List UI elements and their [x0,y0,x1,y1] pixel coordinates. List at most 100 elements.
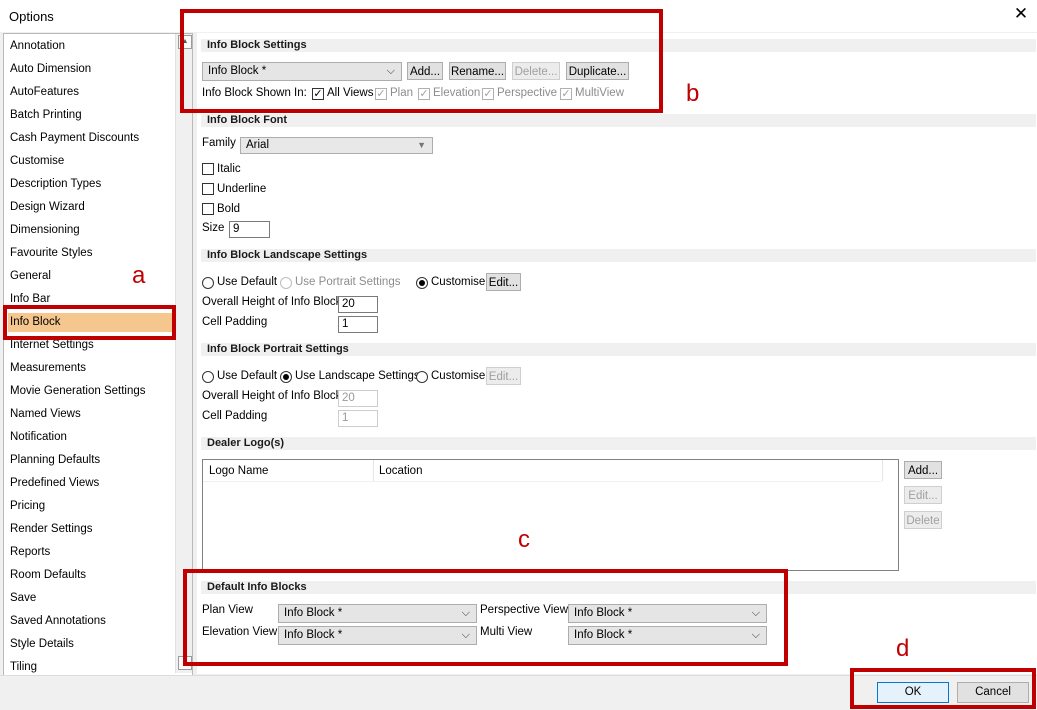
sidebar-item[interactable]: Design Wizard [10,198,170,217]
use-landscape-settings-label: Use Landscape Settings [295,370,420,382]
elevation-checkbox[interactable]: ✓ [418,88,430,100]
sidebar-item[interactable]: Customise [10,152,170,171]
title-bar: Options ✕ [0,0,1037,32]
landscape-use-default-label: Use Default [217,276,278,288]
multi-view-label: Multi View [480,626,533,638]
sidebar-scrollbar[interactable]: ▲ ▼ [175,34,192,673]
sidebar-item[interactable]: Reports [10,543,170,562]
sidebar-item[interactable]: Batch Printing [10,106,170,125]
portrait-use-default-radio[interactable] [202,371,214,383]
sidebar-item[interactable]: Internet Settings [10,336,170,355]
sidebar-item[interactable]: General [10,267,170,286]
sidebar-item[interactable]: Save [10,589,170,608]
elevation-label: Elevation [433,87,481,99]
perspective-label: Perspective [497,87,558,99]
all-views-checkbox[interactable]: ✓ [312,88,324,100]
add-info-block-button[interactable]: Add... [407,62,443,80]
perspective-view-select[interactable]: Info Block * ⌵ [568,604,767,623]
sidebar-item[interactable]: Measurements [10,359,170,378]
dealer-logos-header: Dealer Logo(s) [201,437,1036,450]
plan-view-select[interactable]: Info Block * ⌵ [278,604,477,623]
info-block-select-value: Info Block * [208,65,267,77]
column-divider [373,460,374,481]
sidebar-item[interactable]: Dimensioning [10,221,170,240]
portrait-edit-button[interactable]: Edit... [486,367,521,385]
italic-checkbox[interactable] [202,163,214,175]
portrait-padding-label: Cell Padding [202,410,268,422]
delete-info-block-button[interactable]: Delete... [512,62,560,80]
sidebar-item[interactable]: Auto Dimension [10,60,170,79]
sidebar-item[interactable]: Annotation [10,37,170,56]
font-size-input[interactable]: 9 [229,221,270,238]
info-block-select[interactable]: Info Block * ⌵ [202,62,402,81]
sidebar-item[interactable]: Description Types [10,175,170,194]
column-divider [882,460,883,481]
portrait-customise-label: Customise [431,370,486,382]
ok-button[interactable]: OK [877,682,949,703]
plan-checkbox[interactable]: ✓ [375,88,387,100]
window-title: Options [9,9,54,24]
elevation-view-select[interactable]: Info Block * ⌵ [278,626,477,645]
use-portrait-settings-radio[interactable] [280,277,292,289]
underline-checkbox[interactable] [202,183,214,195]
elevation-view-value: Info Block * [284,629,343,641]
landscape-customise-radio[interactable] [416,277,428,289]
sidebar-item[interactable]: Predefined Views [10,474,170,493]
close-icon[interactable]: ✕ [1010,3,1032,25]
perspective-checkbox[interactable]: ✓ [482,88,494,100]
sidebar-item[interactable]: Render Settings [10,520,170,539]
bold-checkbox[interactable] [202,203,214,215]
landscape-height-input[interactable]: 20 [338,296,378,313]
sidebar-item[interactable]: Saved Annotations [10,612,170,631]
multiview-checkbox[interactable]: ✓ [560,88,572,100]
use-landscape-settings-radio[interactable] [280,371,292,383]
sidebar-item[interactable]: Info Bar [10,290,170,309]
portrait-height-input[interactable]: 20 [338,390,378,407]
chevron-down-icon: ⌵ [751,607,760,619]
sidebar-item[interactable]: Planning Defaults [10,451,170,470]
landscape-edit-button[interactable]: Edit... [486,273,521,291]
list-header-row [203,460,882,482]
sidebar-item[interactable]: Movie Generation Settings [10,382,170,401]
sidebar-item[interactable]: AutoFeatures [10,83,170,102]
cancel-button[interactable]: Cancel [957,682,1029,703]
sidebar-item[interactable]: Pricing [10,497,170,516]
font-family-select[interactable]: Arial ▼ [240,137,433,154]
size-label: Size [202,222,225,234]
sidebar-item[interactable]: Room Defaults [10,566,170,585]
family-label: Family [202,137,236,149]
multi-view-select[interactable]: Info Block * ⌵ [568,626,767,645]
italic-label: Italic [217,163,241,175]
column-header-location[interactable]: Location [379,465,422,477]
sidebar-item[interactable]: Cash Payment Discounts [10,129,170,148]
annotation-b: b [686,80,700,107]
landscape-padding-input[interactable]: 1 [338,316,378,333]
scroll-up-icon[interactable]: ▲ [178,35,192,49]
landscape-use-default-radio[interactable] [202,277,214,289]
perspective-view-label: Perspective View [480,604,568,616]
sidebar-item[interactable]: Notification [10,428,170,447]
rename-info-block-button[interactable]: Rename... [449,62,506,80]
underline-label: Underline [217,183,267,195]
sidebar-item[interactable]: Favourite Styles [10,244,170,263]
portrait-padding-input[interactable]: 1 [338,410,378,427]
options-category-list[interactable]: Annotation Auto Dimension AutoFeatures Batc… [3,33,193,676]
chevron-down-icon: ⌵ [461,607,470,619]
portrait-customise-radio[interactable] [416,371,428,383]
use-portrait-settings-label: Use Portrait Settings [295,276,401,288]
portrait-height-label: Overall Height of Info Block [202,390,342,402]
edit-logo-button[interactable]: Edit... [904,486,942,504]
sidebar-item[interactable]: Style Details [10,635,170,654]
dealer-logos-list[interactable]: Logo Name Location [202,459,899,571]
chevron-down-icon: ⌵ [461,629,470,641]
sidebar-item[interactable]: Tiling [10,658,170,675]
duplicate-info-block-button[interactable]: Duplicate... [566,62,629,80]
portrait-use-default-label: Use Default [217,370,278,382]
sidebar-item[interactable]: Info Block [8,313,172,332]
column-header-logo-name[interactable]: Logo Name [209,465,268,477]
add-logo-button[interactable]: Add... [904,461,942,479]
annotation-a: a [132,262,146,289]
scroll-down-icon[interactable]: ▼ [178,656,192,670]
sidebar-item[interactable]: Named Views [10,405,170,424]
delete-logo-button[interactable]: Delete [904,511,942,529]
